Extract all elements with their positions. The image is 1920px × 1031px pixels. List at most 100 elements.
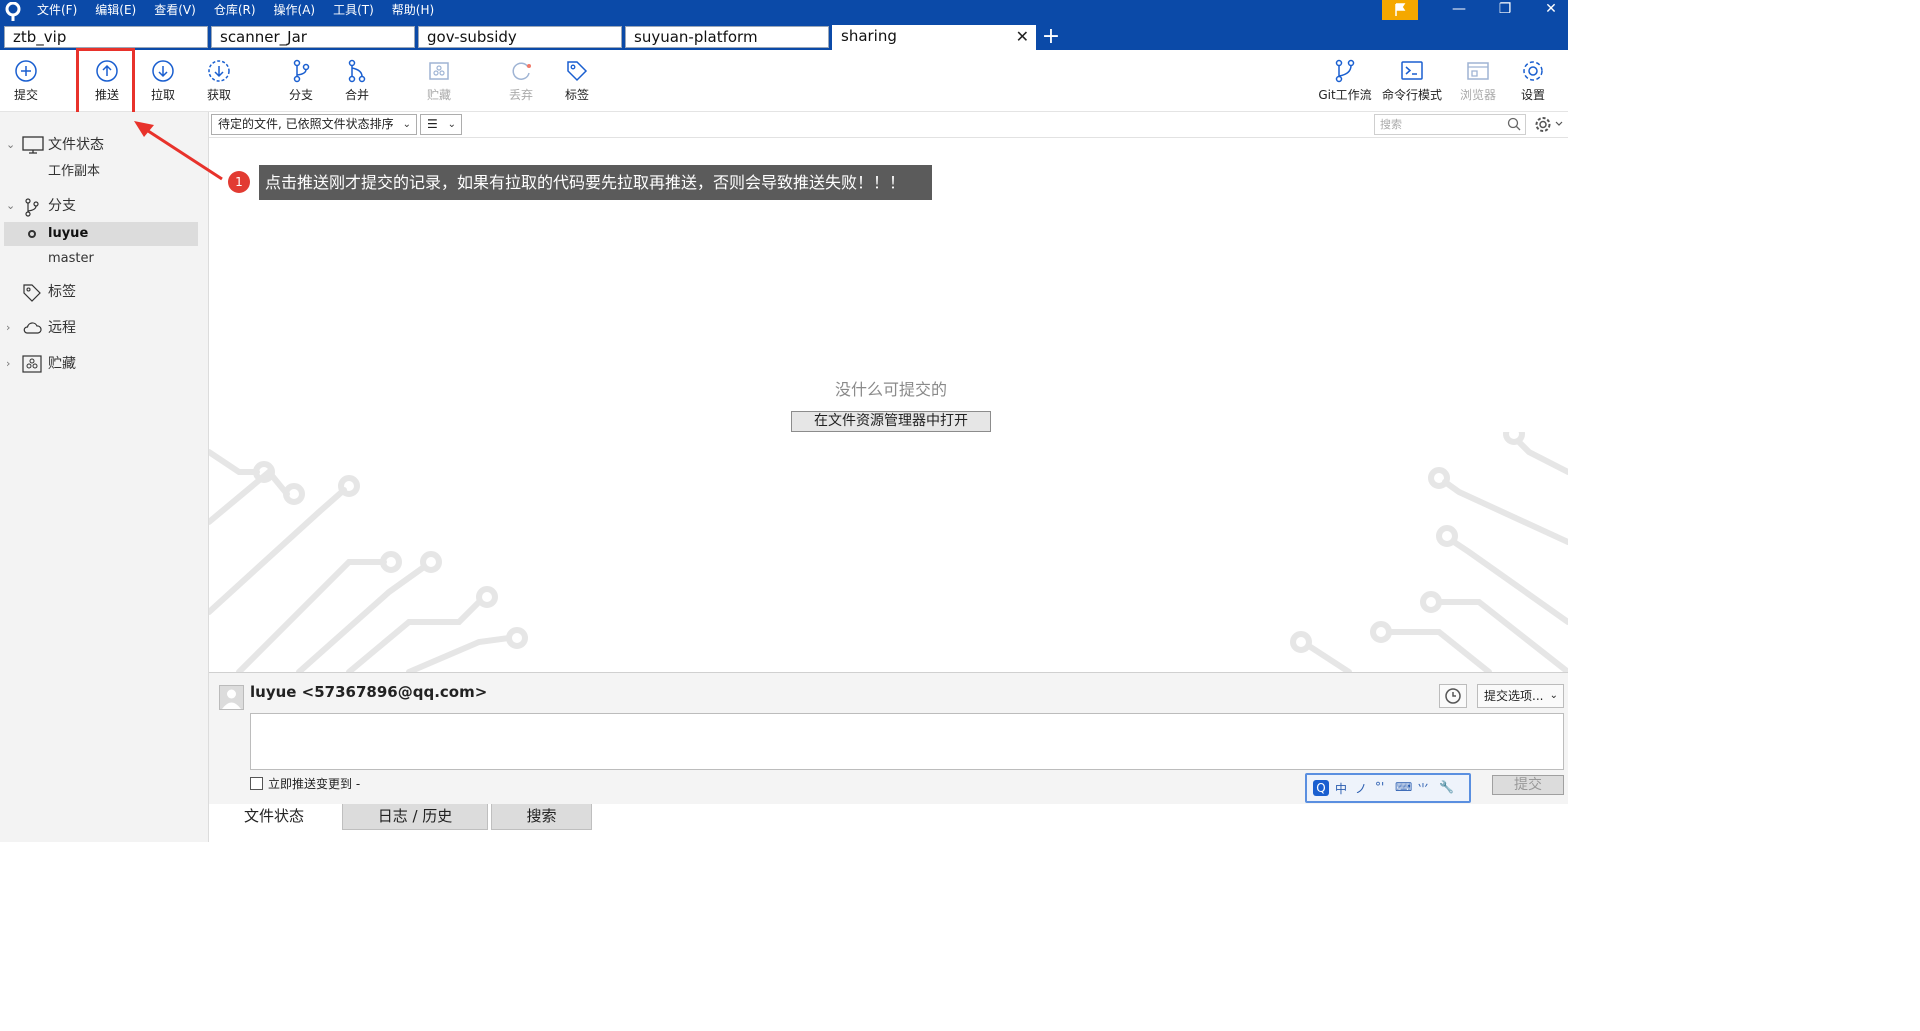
ime-width-icon[interactable]: ノ [1355, 780, 1367, 797]
sidebar-item-branches[interactable]: ⌄ 分支 [0, 194, 209, 218]
view-mode-dropdown[interactable]: ☰ ⌄ [420, 114, 462, 135]
gear-icon [1523, 61, 1543, 81]
chevron-right-icon[interactable]: › [6, 352, 10, 376]
discard-button[interactable]: 丢弃 [495, 56, 547, 108]
chevron-down-icon: ⌄ [447, 119, 456, 130]
tab-sharing[interactable]: sharing ✕ [832, 25, 1036, 50]
clock-icon [1445, 688, 1461, 704]
tab-label: gov-subsidy [427, 28, 517, 46]
tab-search[interactable]: 搜索 [491, 804, 592, 830]
push-immediately-checkbox[interactable] [250, 777, 263, 790]
tab-gov-subsidy[interactable]: gov-subsidy [418, 26, 622, 48]
add-tab-button[interactable]: + [1040, 24, 1062, 50]
sort-dropdown-label: 待定的文件, 已依照文件状态排序 [218, 117, 394, 131]
close-tab-icon[interactable]: ✕ [1016, 27, 1029, 47]
chevron-right-icon[interactable]: › [6, 316, 10, 340]
flag-icon[interactable] [1382, 0, 1418, 20]
settings-button[interactable]: 设置 [1507, 56, 1559, 108]
sidebar-item-stashes[interactable]: › 贮藏 [0, 352, 209, 376]
filter-bar: 待定的文件, 已依照文件状态排序 ⌄ ☰ ⌄ 搜索 [209, 112, 1568, 138]
branch-icon [293, 59, 310, 83]
tab-suyuan-platform[interactable]: suyuan-platform [625, 26, 829, 48]
fetch-button[interactable]: 获取 [193, 56, 245, 108]
sidebar-item-tags[interactable]: 标签 [0, 280, 209, 304]
tab-log-history[interactable]: 日志 / 历史 [342, 804, 488, 830]
merge-icon [348, 59, 366, 83]
wrench-icon[interactable]: 🔧 [1439, 780, 1454, 794]
nothing-to-commit-text: 没什么可提交的 [834, 380, 947, 399]
sidebar-label: 工作副本 [48, 164, 101, 179]
sidebar-item-remotes[interactable]: › 远程 [0, 316, 209, 340]
restore-button[interactable]: ❐ [1482, 0, 1528, 20]
menu-view[interactable]: 查看(V) [145, 0, 205, 24]
annotation-badge: 1 [228, 171, 250, 193]
tab-scanner-jar[interactable]: scanner_Jar [211, 26, 415, 48]
commit-submit-button[interactable]: 提交 [1492, 775, 1564, 795]
branch-button[interactable]: 分支 [275, 56, 327, 108]
ime-punctuation-icon[interactable]: °' [1375, 780, 1384, 794]
search-placeholder: 搜索 [1380, 118, 1402, 131]
annotation-arrow-icon [134, 121, 223, 181]
ime-chinese-mode[interactable]: 中 [1335, 780, 1347, 797]
menu-actions[interactable]: 操作(A) [265, 0, 325, 24]
tab-label: scanner_Jar [220, 28, 307, 46]
menu-help[interactable]: 帮助(H) [383, 0, 443, 24]
filter-settings-dropdown[interactable] [1529, 114, 1567, 135]
cloud-icon [23, 322, 42, 334]
list-icon: ☰ [427, 117, 438, 131]
menu-tools[interactable]: 工具(T) [324, 0, 383, 24]
browser-icon [1467, 62, 1489, 80]
stash-label: 贮藏 [426, 88, 451, 102]
browser-button[interactable]: 浏览器 [1452, 56, 1504, 108]
sidebar-label: 标签 [48, 284, 76, 300]
toolbar: 提交 推送 拉取 获取 分支 合并 贮藏 丢弃 标签 Git工作流 命令行模式 … [0, 50, 1568, 112]
stash-icon [429, 62, 449, 80]
tab-ztb-vip[interactable]: ztb_vip [4, 26, 208, 48]
terminal-button[interactable]: 命令行模式 [1380, 56, 1444, 108]
fetch-icon [208, 60, 230, 82]
commit-message-input[interactable] [250, 713, 1564, 770]
chevron-down-icon[interactable]: ⌄ [6, 194, 15, 218]
pull-button[interactable]: 拉取 [137, 56, 189, 108]
chevron-down-icon[interactable]: ⌄ [6, 133, 15, 157]
commit-button[interactable]: 提交 [0, 56, 52, 108]
sidebar-branch-master[interactable]: master [0, 247, 209, 271]
sort-dropdown[interactable]: 待定的文件, 已依照文件状态排序 ⌄ [211, 114, 417, 135]
avatar [219, 685, 244, 710]
merge-button[interactable]: 合并 [331, 56, 383, 108]
bottom-tab-bar: 文件状态 日志 / 历史 搜索 [209, 804, 1568, 842]
menu-file[interactable]: 文件(F) [28, 0, 86, 24]
gear-icon [1535, 117, 1563, 132]
sidebar-branch-luyue[interactable]: luyue [4, 222, 198, 246]
title-bar: 文件(F) 编辑(E) 查看(V) 仓库(R) 操作(A) 工具(T) 帮助(H… [0, 0, 1568, 24]
menu-edit[interactable]: 编辑(E) [86, 0, 145, 24]
close-window-button[interactable]: ✕ [1528, 0, 1574, 20]
ime-toolbar[interactable]: Q 中 ノ °' ⌨ ⺌ 🔧 [1305, 773, 1471, 803]
annotation-callout: 点击推送刚才提交的记录，如果有拉取的代码要先拉取再推送，否则会导致推送失败！！！ [259, 165, 932, 200]
tag-button[interactable]: 标签 [551, 56, 603, 108]
ime-logo-icon: Q [1313, 780, 1329, 796]
branch-label: 分支 [288, 88, 313, 102]
stash-button[interactable]: 贮藏 [413, 56, 465, 108]
current-branch-icon [28, 230, 36, 238]
search-input[interactable]: 搜索 [1374, 114, 1526, 135]
tag-icon [23, 284, 41, 302]
browser-label: 浏览器 [1459, 88, 1496, 102]
menu-repository[interactable]: 仓库(R) [205, 0, 265, 24]
sidebar-label: 文件状态 [48, 137, 104, 153]
open-in-explorer-button[interactable]: 在文件资源管理器中打开 [791, 411, 991, 432]
branch-name: luyue [48, 226, 89, 241]
commit-icon [15, 60, 37, 82]
ime-tools-icon[interactable]: ⺌ [1417, 780, 1429, 797]
circuit-background-illustration [209, 432, 1568, 672]
sidebar-label: 远程 [48, 320, 76, 336]
git-flow-button[interactable]: Git工作流 [1316, 56, 1374, 108]
tab-file-status[interactable]: 文件状态 [223, 804, 325, 830]
commit-options-dropdown[interactable]: 提交选项... ⌄ [1477, 684, 1564, 708]
minimize-button[interactable]: — [1436, 0, 1482, 20]
keyboard-icon[interactable]: ⌨ [1395, 780, 1412, 794]
commit-label: 提交 [13, 88, 38, 102]
commit-history-button[interactable] [1439, 684, 1467, 708]
sidebar-label: 贮藏 [48, 356, 76, 372]
git-flow-icon [1335, 59, 1355, 83]
